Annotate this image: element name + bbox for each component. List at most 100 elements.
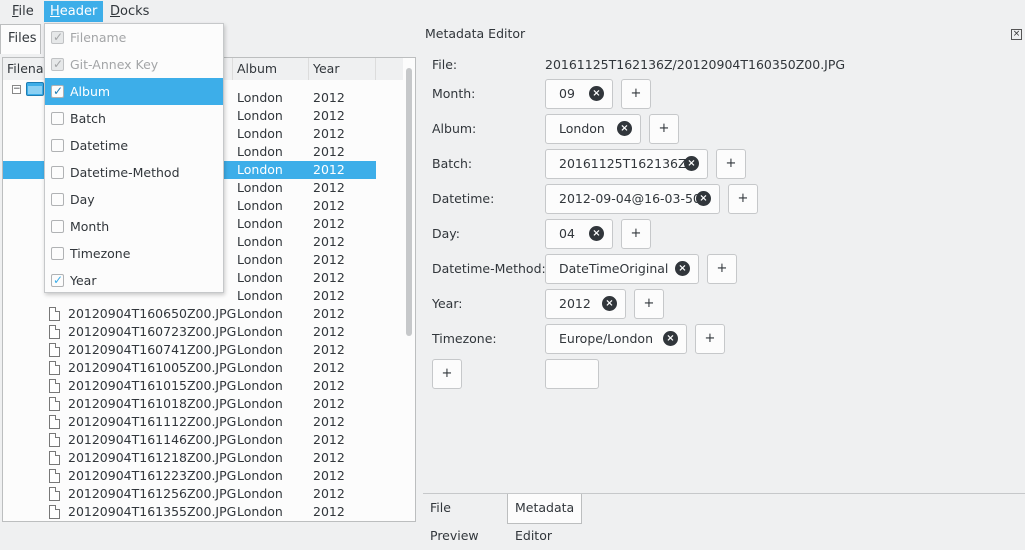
add-value-button[interactable]: + <box>695 324 725 354</box>
clear-value-icon[interactable]: × <box>589 86 604 101</box>
row-album: London <box>237 180 283 195</box>
add-value-button[interactable]: + <box>728 184 758 214</box>
header-columns-menu: Filename Git-Annex Key Album Batch Datetime D… <box>44 23 224 294</box>
value-field[interactable]: 2012 × <box>545 289 626 319</box>
new-key-field[interactable] <box>545 359 599 389</box>
menu-item-label: Git-Annex Key <box>70 57 159 72</box>
field-label: Year: <box>432 296 463 311</box>
row-album: London <box>237 306 283 321</box>
row-album: London <box>237 360 283 375</box>
menu-item-datetime-method[interactable]: Datetime-Method <box>45 159 223 186</box>
add-value-button[interactable]: + <box>707 254 737 284</box>
table-row[interactable]: 20120904T161400Z00.JPGLondon 2012 <box>3 521 376 522</box>
column-header-year[interactable]: Year <box>309 58 376 80</box>
row-year: 2012 <box>313 198 345 213</box>
checkbox-icon[interactable] <box>51 247 64 260</box>
clear-value-icon[interactable]: × <box>684 156 699 171</box>
value-field[interactable]: 04 × <box>545 219 613 249</box>
clear-value-icon[interactable]: × <box>663 331 678 346</box>
row-album: London <box>237 521 283 522</box>
checkbox-icon[interactable] <box>51 78 64 105</box>
table-row[interactable]: 20120904T160723Z00.JPG London 2012 <box>3 323 376 341</box>
row-album: London <box>237 162 283 177</box>
value-field[interactable]: 09 × <box>545 79 613 109</box>
menu-item-label: Year <box>70 273 97 288</box>
row-album: London <box>237 432 283 447</box>
menu-item-album[interactable]: Album <box>45 78 223 105</box>
menu-item-label: Timezone <box>70 246 131 261</box>
table-row[interactable]: 20120904T161355Z00.JPG London 2012 <box>3 503 376 521</box>
table-row[interactable]: 20120904T161015Z00.JPG London 2012 <box>3 377 376 395</box>
add-key-button[interactable]: + <box>432 359 462 389</box>
value-field[interactable]: London × <box>545 114 641 144</box>
table-row[interactable]: 20120904T161112Z00.JPG London 2012 <box>3 413 376 431</box>
menu-item-label: Datetime-Method <box>70 165 180 180</box>
tab-files[interactable]: Files <box>0 24 41 54</box>
table-row[interactable]: 20120904T160741Z00.JPG London 2012 <box>3 341 376 359</box>
field-value: 2012 <box>559 296 591 311</box>
checkbox-icon[interactable] <box>51 267 64 294</box>
menu-item-month[interactable]: Month <box>45 213 223 240</box>
checkbox-icon[interactable] <box>51 139 64 152</box>
checkbox-icon[interactable] <box>51 166 64 179</box>
file-icon <box>49 307 60 321</box>
clear-value-icon[interactable]: × <box>602 296 617 311</box>
clear-value-icon[interactable]: × <box>675 261 690 276</box>
table-row[interactable]: 20120904T161018Z00.JPG London 2012 <box>3 395 376 413</box>
file-icon <box>49 343 60 357</box>
value-field[interactable]: 2012-09-04@16-03-50 × <box>545 184 720 214</box>
menu-item-batch[interactable]: Batch <box>45 105 223 132</box>
value-field[interactable]: 20161125T162136Z × <box>545 149 708 179</box>
clear-value-icon[interactable]: × <box>617 121 632 136</box>
row-year: 2012 <box>313 252 345 267</box>
menu-docks[interactable]: Docks <box>104 1 155 22</box>
menu-header[interactable]: Header <box>44 1 104 22</box>
menu-item-git-annex-key: Git-Annex Key <box>45 51 223 78</box>
tab-metadata-editor[interactable]: Metadata Editor <box>507 494 583 543</box>
row-year: 2012 <box>313 378 345 393</box>
row-year: 2012 <box>313 450 345 465</box>
field-value: 04 <box>559 226 575 241</box>
table-row[interactable]: 20120904T161146Z00.JPG London 2012 <box>3 431 376 449</box>
table-row[interactable]: 20120904T161256Z00.JPG London 2012 <box>3 485 376 503</box>
checkbox-icon[interactable] <box>51 220 64 233</box>
menu-item-year[interactable]: Year <box>45 267 223 294</box>
row-album: London <box>237 126 283 141</box>
row-year: 2012 <box>313 342 345 357</box>
clear-value-icon[interactable]: × <box>589 226 604 241</box>
value-field[interactable]: Europe/London × <box>545 324 687 354</box>
value-field[interactable]: DateTimeOriginal × <box>545 254 699 284</box>
field-value: 2012-09-04@16-03-50 <box>559 191 701 206</box>
file-icon <box>49 361 60 375</box>
row-year: 2012 <box>313 521 345 522</box>
row-filename: 20120904T161015Z00.JPG <box>68 378 237 393</box>
column-header-album[interactable]: Album <box>233 58 309 80</box>
menu-item-datetime[interactable]: Datetime <box>45 132 223 159</box>
clear-value-icon[interactable]: × <box>696 191 711 206</box>
add-value-button[interactable]: + <box>716 149 746 179</box>
table-row[interactable]: 20120904T161218Z00.JPG London 2012 <box>3 449 376 467</box>
tab-file-preview[interactable]: File Preview <box>423 494 486 543</box>
checkbox-icon[interactable] <box>51 193 64 206</box>
menu-item-timezone[interactable]: Timezone <box>45 240 223 267</box>
checkbox-icon[interactable] <box>51 112 64 125</box>
menu-file[interactable]: File <box>6 1 40 22</box>
add-value-button[interactable]: + <box>649 114 679 144</box>
table-row[interactable]: 20120904T161223Z00.JPG London 2012 <box>3 467 376 485</box>
add-value-button[interactable]: + <box>621 79 651 109</box>
row-filename: 20120904T161218Z00.JPG <box>68 450 237 465</box>
row-album: London <box>237 486 283 501</box>
menu-item-day[interactable]: Day <box>45 186 223 213</box>
field-value: London <box>559 121 605 136</box>
scrollbar-handle[interactable] <box>406 68 412 336</box>
add-value-button[interactable]: + <box>621 219 651 249</box>
file-icon <box>49 325 60 339</box>
row-filename: 20120904T161146Z00.JPG <box>68 432 237 447</box>
file-icon <box>49 397 60 411</box>
add-value-button[interactable]: + <box>634 289 664 319</box>
table-row[interactable]: 20120904T161005Z00.JPG London 2012 <box>3 359 376 377</box>
vertical-scrollbar[interactable] <box>405 68 413 520</box>
table-row[interactable]: 20120904T160650Z00.JPG London 2012 <box>3 305 376 323</box>
menu-item-label: Filename <box>70 30 127 45</box>
close-dock-icon[interactable]: × <box>1011 29 1022 40</box>
